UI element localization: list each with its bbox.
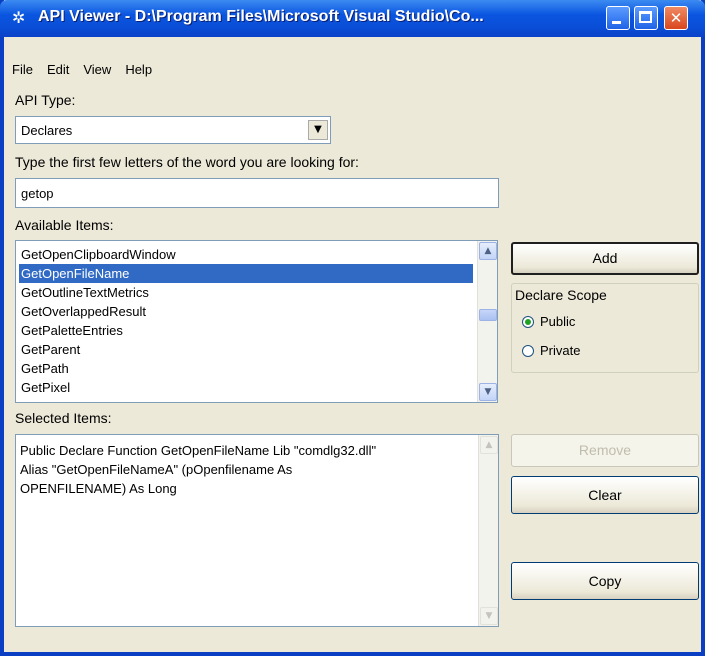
menu-view[interactable]: View (83, 62, 111, 77)
textbox-scrollbar: ▲ ▼ (478, 435, 498, 626)
close-icon: ✕ (669, 9, 683, 27)
add-button[interactable]: Add (511, 242, 699, 275)
available-items-list[interactable]: GetOpenClipboardWindow GetOpenFileName G… (15, 240, 498, 403)
scroll-down-icon: ▼ (480, 607, 498, 625)
search-label: Type the first few letters of the word y… (15, 154, 359, 170)
menu-bar: File Edit View Help (12, 62, 166, 80)
selected-items-label: Selected Items: (15, 410, 112, 426)
menu-help[interactable]: Help (125, 62, 152, 77)
maximize-icon (639, 11, 652, 23)
declare-scope-label: Declare Scope (513, 287, 609, 303)
api-type-label: API Type: (15, 92, 76, 108)
copy-button[interactable]: Copy (511, 562, 699, 600)
selected-items-text: Public Declare Function GetOpenFileName … (20, 443, 377, 496)
list-item-selected[interactable]: GetOpenFileName (19, 264, 473, 283)
scroll-thumb[interactable] (479, 309, 497, 321)
chevron-down-icon[interactable]: ▼ (308, 120, 328, 140)
scroll-up-icon: ▲ (480, 436, 498, 454)
radio-public-label: Public (540, 314, 576, 329)
title-bar[interactable]: ✲ API Viewer - D:\Program Files\Microsof… (0, 0, 705, 37)
window-title: API Viewer - D:\Program Files\Microsoft … (38, 8, 484, 25)
search-input[interactable] (15, 178, 499, 208)
app-icon: ✲ (12, 8, 26, 27)
scroll-down-icon[interactable]: ▼ (479, 383, 497, 401)
list-item[interactable]: GetPaletteEntries (19, 321, 473, 340)
list-item[interactable]: GetOverlappedResult (19, 302, 473, 321)
scroll-up-icon[interactable]: ▲ (479, 242, 497, 260)
radio-public[interactable]: Public (522, 314, 575, 329)
list-item[interactable]: GetPath (19, 359, 473, 378)
list-scrollbar[interactable]: ▲ ▼ (477, 241, 497, 402)
clear-button[interactable]: Clear (511, 476, 699, 514)
radio-unchecked-icon[interactable] (522, 345, 534, 357)
available-items-label: Available Items: (15, 217, 114, 233)
radio-private[interactable]: Private (522, 343, 580, 358)
list-item[interactable]: GetOutlineTextMetrics (19, 283, 473, 302)
list-item[interactable]: GetOpenClipboardWindow (19, 245, 473, 264)
selected-items-textbox[interactable]: Public Declare Function GetOpenFileName … (15, 434, 499, 627)
list-item[interactable]: GetPixel (19, 378, 473, 397)
api-type-dropdown[interactable]: Declares ▼ (15, 116, 331, 144)
list-item[interactable]: GetParent (19, 340, 473, 359)
menu-file[interactable]: File (12, 62, 33, 77)
menu-edit[interactable]: Edit (47, 62, 69, 77)
radio-checked-icon[interactable] (522, 316, 534, 328)
minimize-icon (612, 21, 621, 24)
maximize-button[interactable] (634, 6, 658, 30)
radio-private-label: Private (540, 343, 581, 358)
close-button[interactable]: ✕ (664, 6, 688, 30)
remove-button[interactable]: Remove (511, 434, 699, 467)
minimize-button[interactable] (606, 6, 630, 30)
api-type-value: Declares (21, 123, 73, 138)
